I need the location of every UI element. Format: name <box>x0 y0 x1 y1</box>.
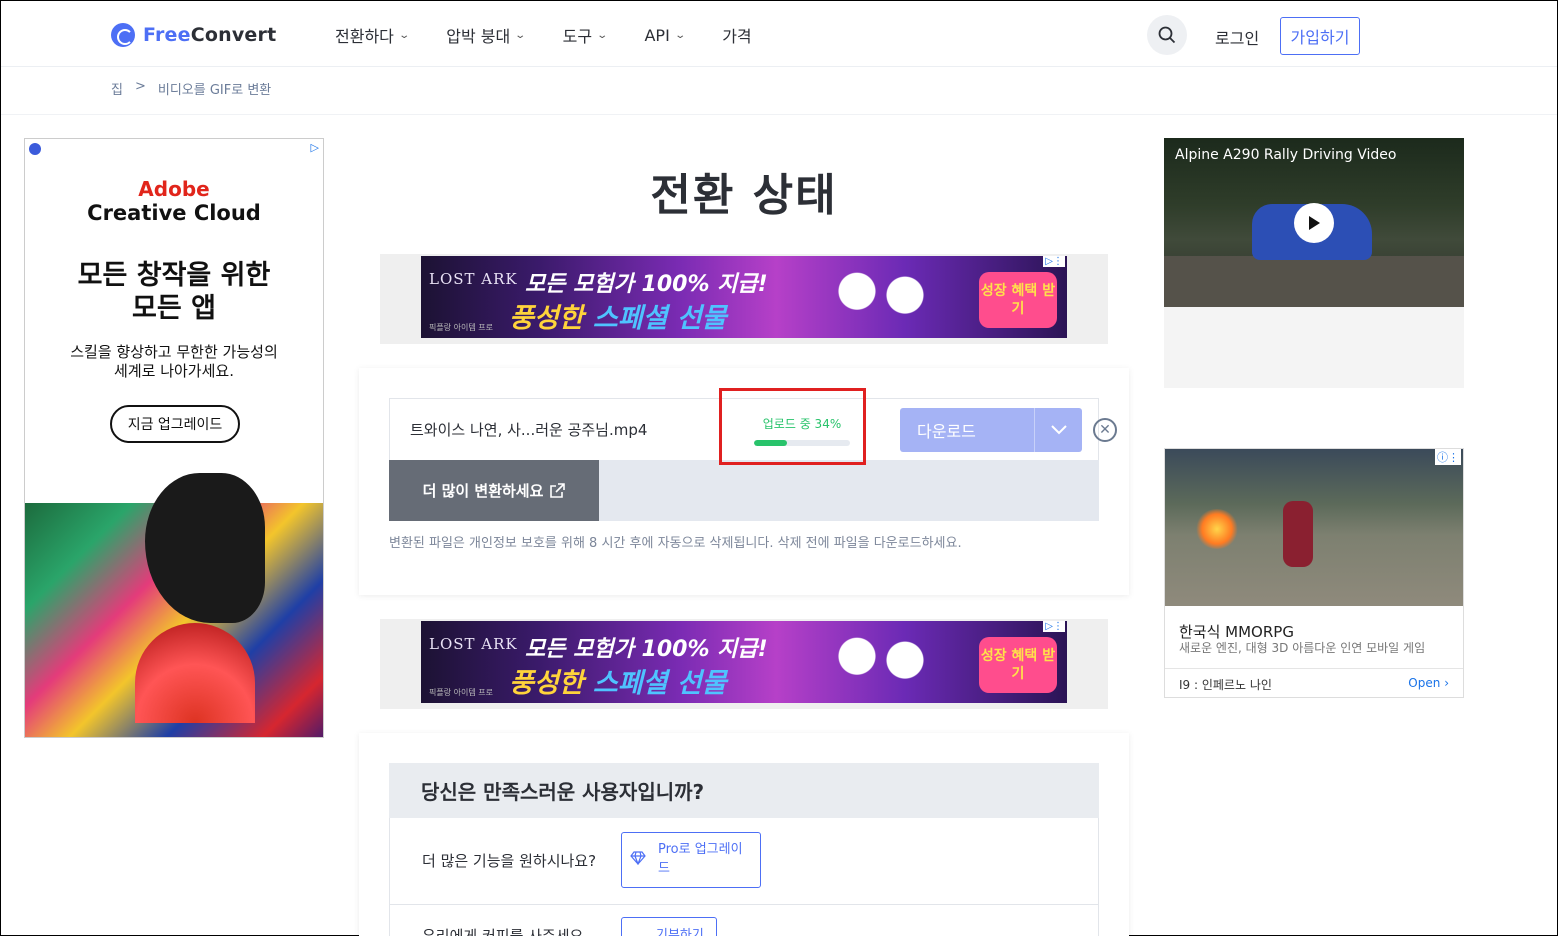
left-advertisement[interactable]: ▷ Adobe Creative Cloud 모든 창작을 위한 모든 앱 스킬… <box>24 138 324 738</box>
chevron-right-icon: › <box>1444 676 1449 690</box>
game-open-button[interactable]: Open › <box>1408 676 1449 690</box>
upgrade-row: 더 많은 기능을 원하시나요? Pro로 업그레이 드 <box>389 818 1099 905</box>
page-title: 전환 상태 <box>650 170 838 221</box>
nav-convert[interactable]: 전환하다 ⌄ <box>335 23 410 47</box>
chevron-down-icon: ⌄ <box>596 29 609 41</box>
download-button[interactable]: 다운로드 <box>900 408 1034 452</box>
ad-choices-icon[interactable]: ▷⋮ <box>1043 621 1065 632</box>
more-conversions-row: 더 많이 변환하세요 <box>389 460 1099 521</box>
chevron-down-icon: ⌄ <box>398 29 410 41</box>
play-button[interactable] <box>1294 203 1334 243</box>
breadcrumb-home[interactable]: 집 <box>111 79 123 98</box>
logo-text-convert: Convert <box>190 24 277 46</box>
ad-choices-icon[interactable]: ▷⋮ <box>1043 256 1065 267</box>
signup-button[interactable]: 가입하기 <box>1280 17 1360 55</box>
mascot-image <box>821 625 941 703</box>
game-advertisement[interactable]: ⓘ⋮ 한국식 MMORPG 새로운 엔진, 대형 3D 아름다운 인연 모바일 … <box>1164 448 1464 698</box>
nav-compress[interactable]: 압박 붕대 ⌄ <box>446 23 527 47</box>
coffee-question: 우리에게 커피를 사주세요 <box>422 927 584 936</box>
ad-choices-icon[interactable]: ▷ <box>311 141 319 154</box>
upgrade-pro-button[interactable]: Pro로 업그레이 드 <box>621 832 761 888</box>
magpie-image <box>145 473 265 623</box>
nav-api[interactable]: API ⌄ <box>644 23 686 47</box>
chevron-down-icon: ⌄ <box>514 29 527 41</box>
game-screenshot-image: ⓘ⋮ <box>1165 449 1463 606</box>
banner-badge: 성장 혜택 받기 <box>979 272 1057 328</box>
ad-headline: 모든 창작을 위한 모든 앱 <box>77 260 271 324</box>
logo-icon <box>111 23 135 47</box>
fan-image <box>135 623 255 723</box>
convert-more-button[interactable]: 더 많이 변환하세요 <box>389 460 599 521</box>
banner-ad-bottom: LOST ARK 픽플랑 아이템 프로 모든 모험가 100% 지급! 풍성한 … <box>380 619 1108 709</box>
nav-tools[interactable]: 도구 ⌄ <box>563 23 609 47</box>
deletion-notice: 변환된 파일은 개인정보 보호를 위해 8 시간 후에 자동으로 삭제됩니다. … <box>389 536 962 551</box>
breadcrumb-separator: > <box>134 79 146 94</box>
login-link[interactable]: 로그인 <box>1215 25 1259 49</box>
lostark-banner[interactable]: LOST ARK 픽플랑 아이템 프로 모든 모험가 100% 지급! 풍성한 … <box>421 256 1067 338</box>
banner-ad-top: LOST ARK 픽플랑 아이템 프로 모든 모험가 100% 지급! 풍성한 … <box>380 254 1108 344</box>
close-icon: ✕ <box>1099 422 1111 438</box>
search-icon <box>1158 26 1176 44</box>
mascot-image <box>821 260 941 338</box>
play-icon <box>1309 216 1320 230</box>
nav-pricing[interactable]: 가격 <box>722 23 751 47</box>
ad-brand: Adobe Creative Cloud <box>87 177 261 225</box>
satisfaction-heading: 당신은 만족스러운 사용자입니까? <box>389 763 1099 818</box>
chevron-down-icon: ⌄ <box>674 29 686 41</box>
game-ad-footer: I9 : 인페르노 나인 Open › <box>1165 668 1463 698</box>
video-thumbnail[interactable]: Alpine A290 Rally Driving Video <box>1164 138 1464 307</box>
download-options-button[interactable] <box>1034 408 1082 452</box>
game-advertiser: I9 : 인페르노 나인 <box>1179 678 1272 692</box>
ad-privacy-icon[interactable] <box>29 143 41 155</box>
search-button[interactable] <box>1147 15 1187 55</box>
top-header: FreeConvert 전환하다 ⌄ 압박 붕대 ⌄ 도구 ⌄ API ⌄ 가격 로그인… <box>1 1 1557 67</box>
banner-badge: 성장 혜택 받기 <box>979 637 1057 693</box>
external-link-icon <box>550 482 566 498</box>
file-name: 트와이스 나연, 사...러운 공주님.mp4 <box>410 421 648 439</box>
donate-button[interactable]: 기부하기 <box>621 917 717 936</box>
chevron-down-icon <box>1050 425 1067 435</box>
breadcrumb-current: 비디오를 GIF로 변환 <box>157 83 272 98</box>
upload-status-highlight <box>719 388 866 465</box>
more-features-question: 더 많은 기능을 원하시나요? <box>422 852 597 870</box>
video-title: Alpine A290 Rally Driving Video <box>1175 147 1397 163</box>
satisfaction-card: 당신은 만족스러운 사용자입니까? 더 많은 기능을 원하시나요? Pro로 업… <box>359 733 1129 936</box>
game-ad-description: 새로운 엔진, 대형 3D 아름다운 인연 모바일 게임 <box>1179 641 1426 655</box>
ad-choices-icon[interactable]: ⓘ⋮ <box>1435 449 1461 465</box>
main-nav: 전환하다 ⌄ 압박 붕대 ⌄ 도구 ⌄ API ⌄ 가격 <box>335 23 790 47</box>
logo-text-free: Free <box>143 24 191 46</box>
ad-artwork-image <box>25 473 323 737</box>
remove-file-button[interactable]: ✕ <box>1093 418 1117 442</box>
ad-upgrade-button[interactable]: 지금 업그레이드 <box>110 405 240 443</box>
diamond-icon <box>630 851 646 865</box>
freeconvert-logo[interactable]: FreeConvert <box>111 23 276 47</box>
breadcrumb: 집 > 비디오를 GIF로 변환 <box>111 79 271 98</box>
video-advertisement[interactable]: Alpine A290 Rally Driving Video <box>1164 138 1464 388</box>
donate-row: 우리에게 커피를 사주세요 기부하기 <box>389 905 1099 936</box>
ad-subtext: 스킬을 향상하고 무한한 가능성의 세계로 나아가세요. <box>70 343 278 380</box>
lostark-banner[interactable]: LOST ARK 픽플랑 아이템 프로 모든 모험가 100% 지급! 풍성한 … <box>421 621 1067 703</box>
